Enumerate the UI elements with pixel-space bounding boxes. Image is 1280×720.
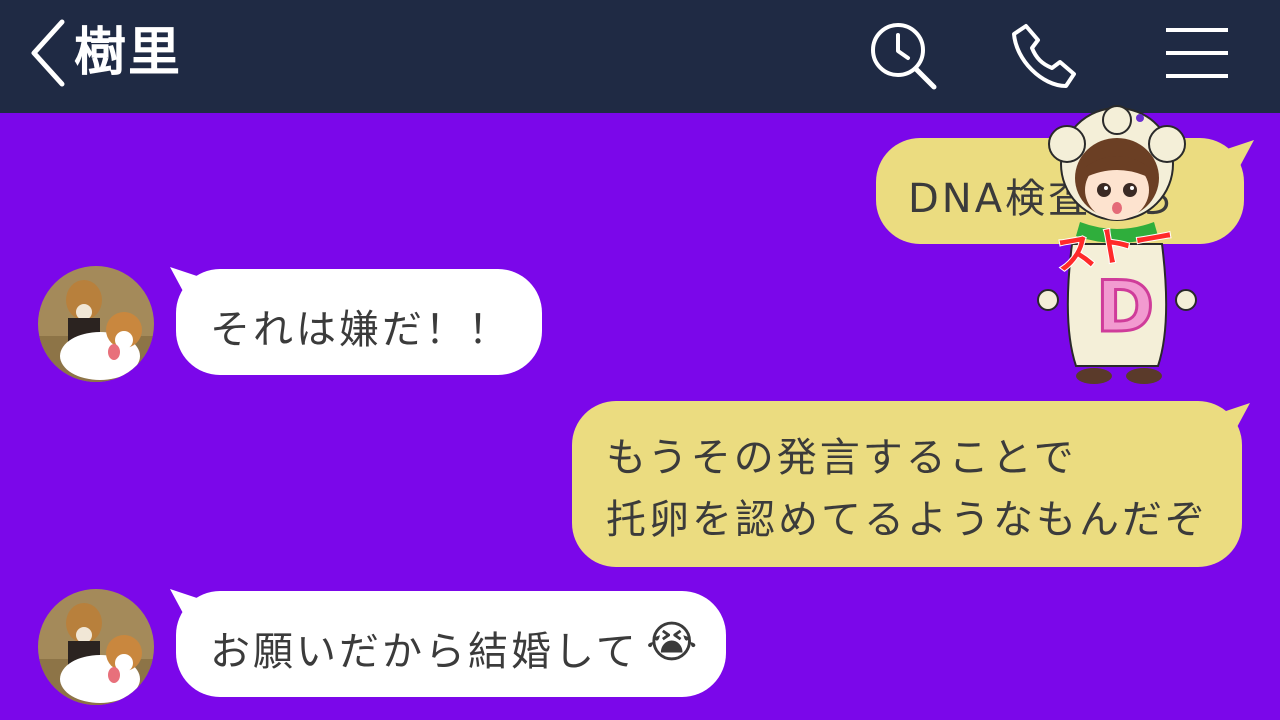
search-button[interactable] (866, 20, 938, 92)
phone-icon (1012, 24, 1076, 88)
bubble-tail (170, 589, 200, 615)
message-bubble-outgoing: もうその発言することで 托卵を認めてるようなもんだぞ (572, 401, 1250, 567)
contact-avatar[interactable] (38, 589, 154, 705)
bubble-tail (1224, 140, 1254, 166)
message-text: お願いだから結婚して (210, 629, 639, 675)
menu-button[interactable] (1160, 20, 1232, 92)
chevron-left-icon (31, 19, 65, 87)
back-button[interactable] (26, 18, 70, 88)
chat-title: 樹里 (74, 23, 183, 83)
clock-search-icon (871, 23, 937, 90)
message-bubble-incoming: それは嫌だ！！ (170, 267, 542, 375)
message-text: それは嫌だ！！ (210, 307, 511, 353)
bubble-tail (170, 267, 200, 293)
chat-header: 樹里 (0, 0, 1280, 113)
message-text-line-1: もうその発言することで (606, 435, 1077, 481)
mascot-letter: D (1094, 265, 1155, 350)
call-button[interactable] (1008, 20, 1080, 92)
bubble-tail (1220, 403, 1250, 429)
mascot-sticker: ストー D (1032, 104, 1202, 394)
hamburger-menu-icon (1166, 28, 1228, 78)
contact-avatar[interactable] (38, 266, 154, 382)
message-text-line-2: 托卵を認めてるようなもんだぞ (606, 497, 1208, 543)
crying-emoji: 😭 (646, 617, 698, 668)
message-bubble-incoming: お願いだから結婚して 😭 (170, 589, 726, 697)
